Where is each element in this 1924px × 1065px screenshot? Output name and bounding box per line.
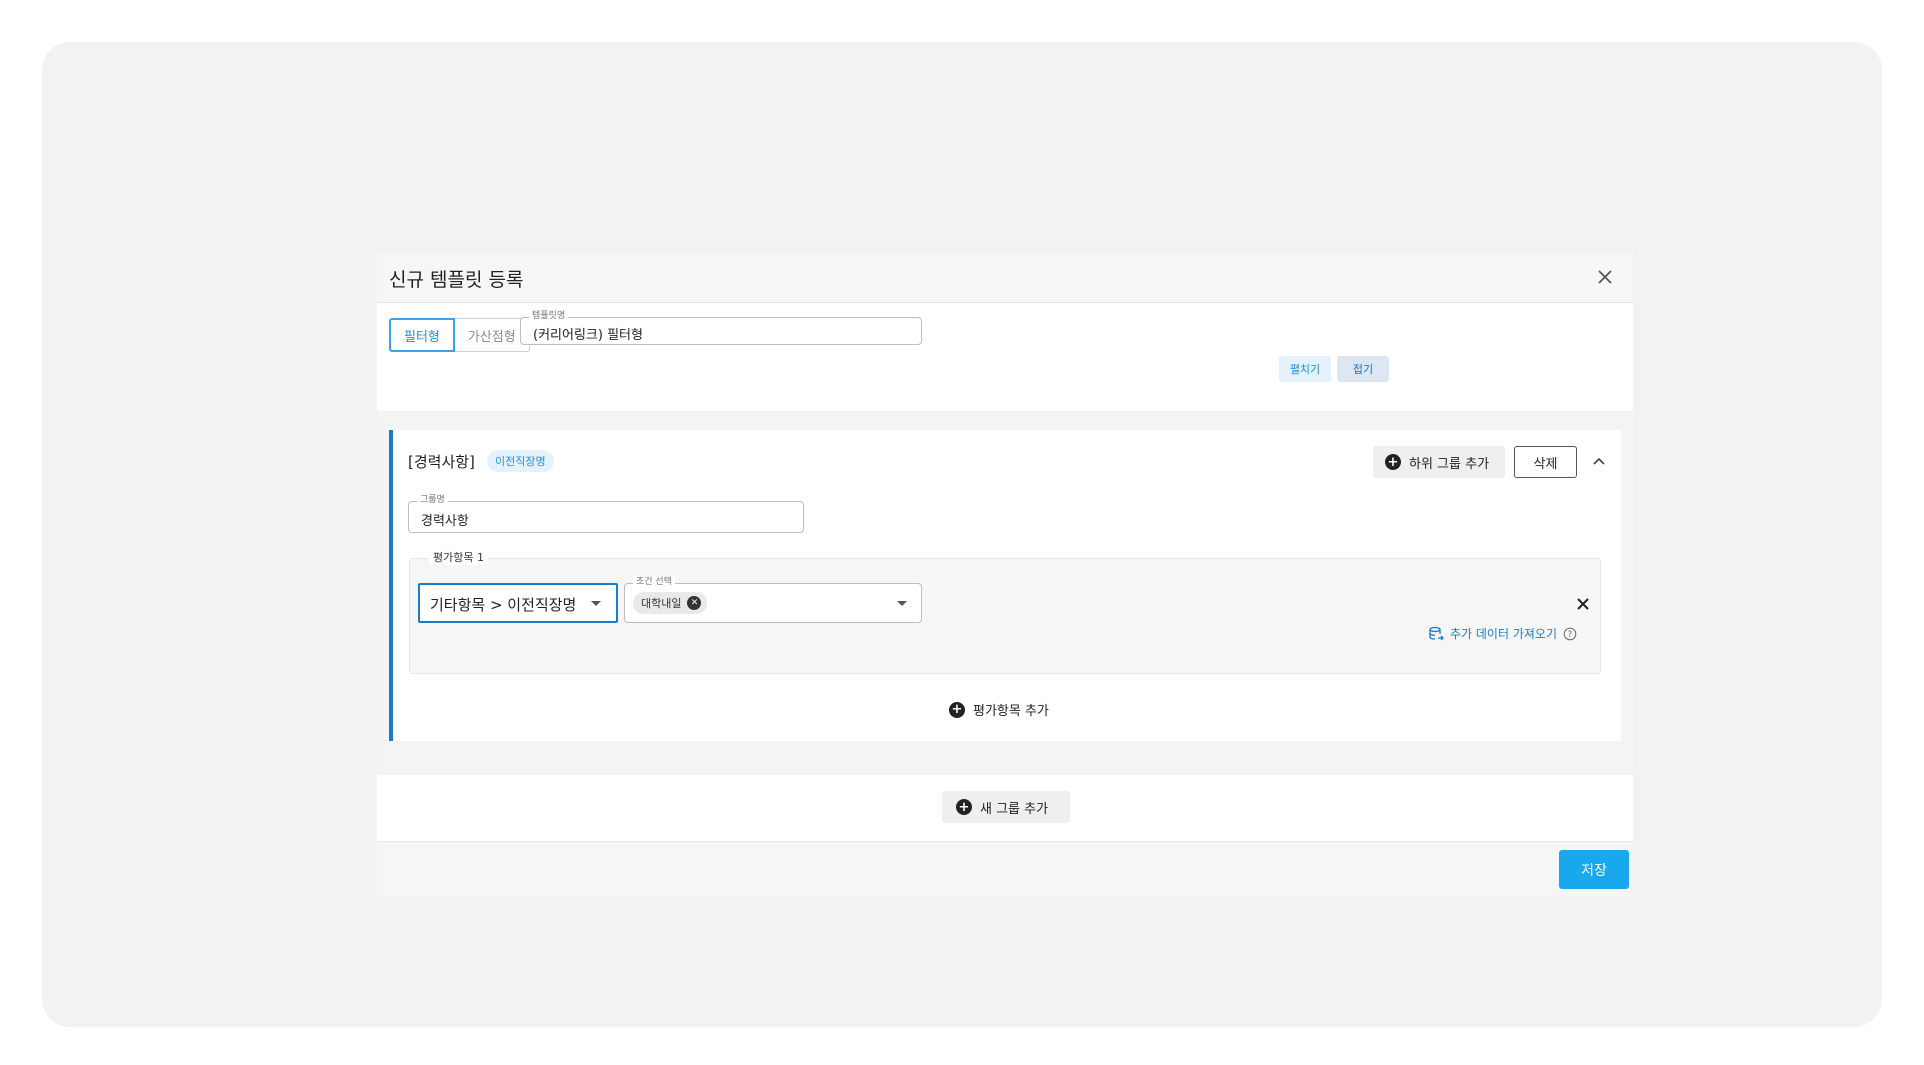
add-eval-item-label: 평가항목 추가 <box>973 704 1049 719</box>
import-data-label: 추가 데이터 가져오기 <box>1450 627 1557 641</box>
chevron-up-icon[interactable] <box>1588 450 1610 472</box>
plus-circle-icon: + <box>949 701 965 718</box>
add-subgroup-label: 하위 그룹 추가 <box>1409 456 1490 472</box>
template-name-field[interactable]: 템플릿명 (커리어링크) 필터형 <box>520 310 922 345</box>
group-name-label: 그룹명 <box>417 494 448 506</box>
modal-title: 신규 템플릿 등록 <box>389 269 524 291</box>
type-filter-button[interactable]: 필터형 <box>389 318 455 352</box>
collapse-all-button[interactable]: 접기 <box>1337 356 1389 382</box>
backdrop: 신규 템플릿 등록 필터형 가산점형 템플릿명 (커리어링크) 필터형 펼치기 … <box>42 42 1882 1027</box>
template-name-label: 템플릿명 <box>529 310 569 322</box>
add-subgroup-button[interactable]: + 하위 그룹 추가 <box>1373 446 1505 478</box>
add-eval-item-button[interactable]: + 평가항목 추가 <box>949 700 1049 719</box>
add-new-group-button[interactable]: + 새 그룹 추가 <box>942 791 1070 823</box>
eval-item-select-value: 기타항목 > 이전직장명 <box>430 596 577 614</box>
eval-item-box: 기타항목 > 이전직장명 조건 선택 대학내일 ✕ 추가 데이터 가져오기 ? <box>409 558 1601 674</box>
template-modal: 신규 템플릿 등록 필터형 가산점형 템플릿명 (커리어링크) 필터형 펼치기 … <box>377 253 1633 897</box>
template-type-toggle: 필터형 가산점형 <box>389 318 530 352</box>
delete-group-button[interactable]: 삭제 <box>1514 446 1577 478</box>
caret-down-icon <box>591 601 601 606</box>
caret-down-icon[interactable] <box>897 601 907 606</box>
remove-tag-icon[interactable]: ✕ <box>687 596 702 610</box>
group-card: [경력사항] 이전직장명 + 하위 그룹 추가 삭제 그룹명 경력사항 기타항목… <box>389 430 1621 741</box>
import-data-link[interactable]: 추가 데이터 가져오기 ? <box>1428 625 1577 642</box>
modal-header: 신규 템플릿 등록 <box>377 253 1633 303</box>
condition-label: 조건 선택 <box>633 576 675 588</box>
modal-footer: 저장 <box>377 841 1633 897</box>
svg-text:?: ? <box>1568 630 1573 640</box>
condition-select[interactable]: 조건 선택 대학내일 ✕ <box>624 576 922 623</box>
group-name-field[interactable]: 그룹명 경력사항 <box>408 494 804 533</box>
group-name-value: 경력사항 <box>421 514 469 529</box>
eval-item-label: 평가항목 1 <box>429 551 488 565</box>
template-name-value: (커리어링크) 필터형 <box>533 328 643 343</box>
plus-circle-icon: + <box>1385 454 1401 470</box>
save-button[interactable]: 저장 <box>1559 850 1629 889</box>
bottom-area: + 새 그룹 추가 저장 <box>377 775 1633 897</box>
help-icon[interactable]: ? <box>1563 627 1577 641</box>
expand-all-button[interactable]: 펼치기 <box>1279 356 1331 382</box>
remove-eval-item-icon[interactable] <box>1572 593 1594 615</box>
condition-tag-label: 대학내일 <box>641 597 682 610</box>
group-title: [경력사항] <box>408 453 475 471</box>
add-new-group-label: 새 그룹 추가 <box>980 801 1049 817</box>
close-icon[interactable] <box>1591 263 1619 291</box>
eval-item-select[interactable]: 기타항목 > 이전직장명 <box>418 583 618 623</box>
template-settings: 필터형 가산점형 템플릿명 (커리어링크) 필터형 펼치기 접기 <box>377 303 1633 411</box>
type-bonus-button[interactable]: 가산점형 <box>454 318 530 352</box>
condition-tag: 대학내일 ✕ <box>633 592 708 614</box>
plus-circle-icon: + <box>956 799 972 815</box>
database-icon <box>1429 626 1444 640</box>
group-chip: 이전직장명 <box>487 450 554 472</box>
